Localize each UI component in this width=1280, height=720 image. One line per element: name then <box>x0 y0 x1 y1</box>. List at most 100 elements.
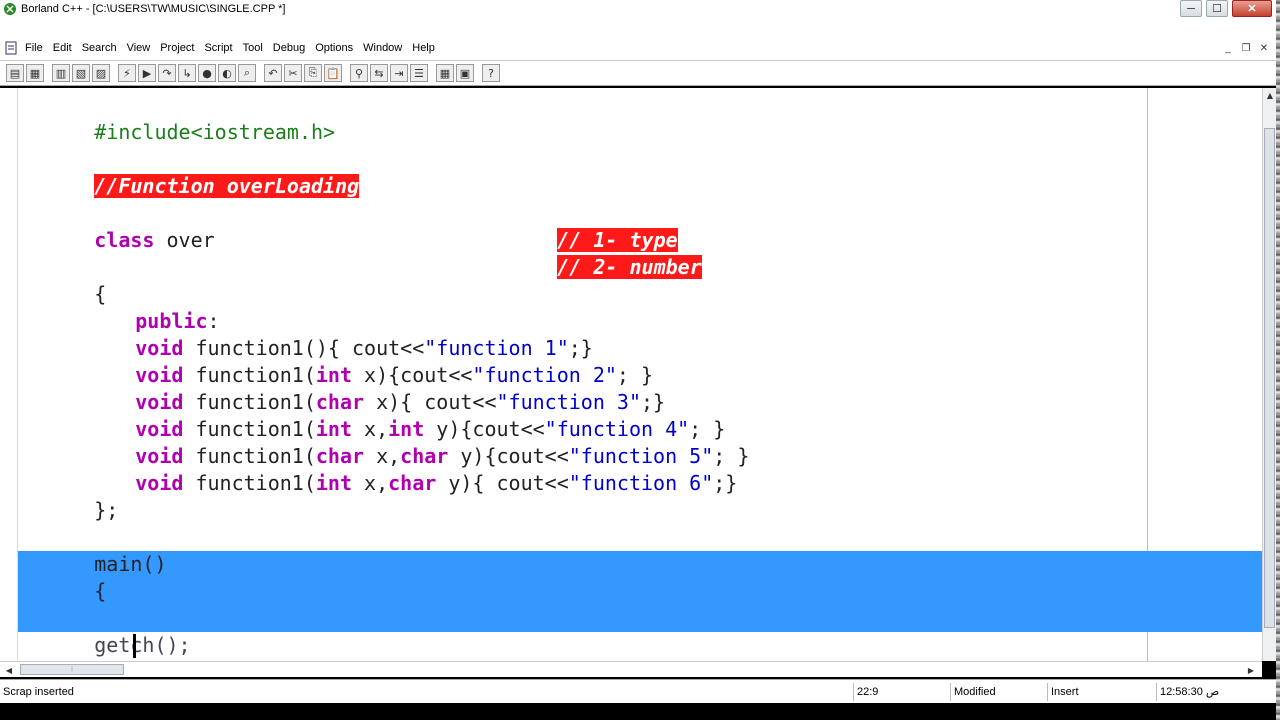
search-icon[interactable]: ⚲ <box>350 64 368 82</box>
open-icon[interactable]: ▤ <box>6 64 24 82</box>
menu-search[interactable]: Search <box>77 39 122 57</box>
menu-edit[interactable]: Edit <box>48 39 77 57</box>
horizontal-scroll-thumb[interactable]: ⦙ <box>20 664 124 675</box>
code-line-9: void function1(){ cout<<"function 1";} <box>63 308 593 360</box>
menu-view[interactable]: View <box>122 39 156 57</box>
scroll-right-icon[interactable]: ▶ <box>1244 663 1258 677</box>
code-text: }; <box>94 498 119 522</box>
screen-edge-artifact <box>1276 0 1280 720</box>
help-icon[interactable]: ? <box>482 64 500 82</box>
compile-icon[interactable]: ▧ <box>72 64 90 82</box>
code-line-10: void function1(int x){cout<<"function 2"… <box>63 335 653 387</box>
code-text: y){ cout<< <box>436 471 569 495</box>
keyword: int <box>315 471 352 495</box>
grid-icon[interactable]: ▦ <box>436 64 454 82</box>
menu-file[interactable]: File <box>20 39 48 57</box>
document-icon[interactable] <box>2 39 20 57</box>
code-text: getch(); <box>94 633 191 657</box>
find-next-icon[interactable]: ⇥ <box>390 64 408 82</box>
menu-bar: File Edit Search View Project Script Too… <box>0 38 1276 58</box>
title-bar: Borland C++ - [C:\USERS\TW\MUSIC\SINGLE.… <box>0 0 1276 18</box>
inspect-icon[interactable]: ⌕ <box>238 64 256 82</box>
document-window-controls: _ ❐ ✕ <box>1220 38 1272 58</box>
horizontal-scrollbar[interactable]: ◀ ⦙ ▶ <box>0 661 1262 677</box>
toolbar: ▤ ▦ ▥ ▧ ▨ ⚡ ▶ ↷ ↳ ● ◐ ⌕ ↶ ✂ ⎘ 📋 ⚲ ⇆ ⇥ ☰ … <box>0 60 1276 86</box>
save-icon[interactable]: ▦ <box>26 64 44 82</box>
print-icon[interactable]: ▥ <box>52 64 70 82</box>
scroll-up-icon[interactable]: ▲ <box>1263 88 1277 102</box>
code-comment-number: // 2- number <box>485 227 702 279</box>
code-line-3: //Function overLoading <box>22 146 360 198</box>
code-line-8: public: <box>63 281 219 333</box>
replace-icon[interactable]: ⇆ <box>370 64 388 82</box>
vertical-scroll-thumb[interactable] <box>1264 128 1275 628</box>
doc-close-button[interactable]: ✕ <box>1256 41 1272 55</box>
editor-gutter[interactable] <box>0 88 18 661</box>
insert-mode: Insert <box>1047 683 1155 701</box>
code-editor[interactable]: #include<iostream.h> //Function overLoad… <box>0 88 1262 661</box>
step-icon[interactable]: ↷ <box>158 64 176 82</box>
status-bar: Scrap inserted 22:9 Modified Insert 12:5… <box>0 679 1276 703</box>
highlighted-comment: // 2- number <box>557 255 702 279</box>
run-icon[interactable]: ▶ <box>138 64 156 82</box>
code-line-15: }; <box>22 470 118 522</box>
menu-help[interactable]: Help <box>407 39 440 57</box>
code-text: ;} <box>713 471 738 495</box>
breakpoint-icon[interactable]: ● <box>198 64 216 82</box>
code-line-17: main() <box>22 524 166 576</box>
string-literal: "function 6" <box>568 471 714 495</box>
make-icon[interactable]: ▨ <box>92 64 110 82</box>
trace-icon[interactable]: ↳ <box>178 64 196 82</box>
menu-options[interactable]: Options <box>310 39 358 57</box>
paste-icon[interactable]: 📋 <box>324 64 342 82</box>
watch-icon[interactable]: ◐ <box>218 64 236 82</box>
code-line-1: #include<iostream.h> <box>22 92 335 144</box>
copy-icon[interactable]: ⎘ <box>304 64 322 82</box>
code-line-11: void function1(char x){ cout<<"function … <box>63 362 665 414</box>
keyword: char <box>388 471 437 495</box>
cut-icon[interactable]: ✂ <box>284 64 302 82</box>
modified-indicator: Modified <box>950 683 1046 701</box>
code-text: function1( <box>183 471 316 495</box>
code-comment-type: // 1- type <box>485 200 678 252</box>
code-line-20: getch(); <box>22 605 190 657</box>
undo-icon[interactable]: ↶ <box>264 64 282 82</box>
maximize-button[interactable]: ☐ <box>1206 0 1228 17</box>
cursor-position: 22:9 <box>853 683 949 701</box>
scroll-left-icon[interactable]: ◀ <box>2 663 16 677</box>
minimize-button[interactable]: ─ <box>1180 0 1202 17</box>
brace: { <box>94 579 107 603</box>
text-cursor <box>133 634 136 658</box>
highlighted-comment: //Function overLoading <box>94 174 360 198</box>
menu-project[interactable]: Project <box>155 39 199 57</box>
code-line-12: void function1(int x,int y){cout<<"funct… <box>63 389 725 441</box>
code-line-7: { <box>22 254 106 306</box>
window-title: Borland C++ - [C:\USERS\TW\MUSIC\SINGLE.… <box>21 3 286 15</box>
class-name: over <box>154 228 215 252</box>
browse-icon[interactable]: ☰ <box>410 64 428 82</box>
code-line-14: void function1(int x,char y){ cout<<"fun… <box>63 443 737 495</box>
close-button[interactable]: ✕ <box>1232 0 1272 17</box>
doc-restore-button[interactable]: ❐ <box>1238 41 1254 55</box>
code-line-21: } <box>22 632 106 661</box>
menu-window[interactable]: Window <box>358 39 407 57</box>
window-controls: ─ ☐ ✕ <box>1180 0 1272 17</box>
text-selection <box>18 551 1262 632</box>
menu-tool[interactable]: Tool <box>238 39 268 57</box>
code-line-18: { <box>22 551 106 603</box>
keyword: class <box>94 228 155 252</box>
code-line-13: void function1(char x,char y){cout<<"fun… <box>63 416 749 468</box>
window-list-icon[interactable]: ▣ <box>456 64 474 82</box>
vertical-scrollbar[interactable]: ▲ <box>1262 88 1276 661</box>
code-line-5: class over <box>22 200 214 252</box>
menu-debug[interactable]: Debug <box>268 39 310 57</box>
clock: 12:58:30 ص <box>1156 683 1276 701</box>
keyword: void <box>135 471 184 495</box>
menu-script[interactable]: Script <box>199 39 237 57</box>
status-message: Scrap inserted <box>3 686 74 698</box>
doc-minimize-button[interactable]: _ <box>1220 41 1236 55</box>
code-text: x, <box>352 471 389 495</box>
borland-app-icon <box>2 1 18 17</box>
build-icon[interactable]: ⚡ <box>118 64 136 82</box>
include-directive: #include<iostream.h> <box>94 120 336 144</box>
